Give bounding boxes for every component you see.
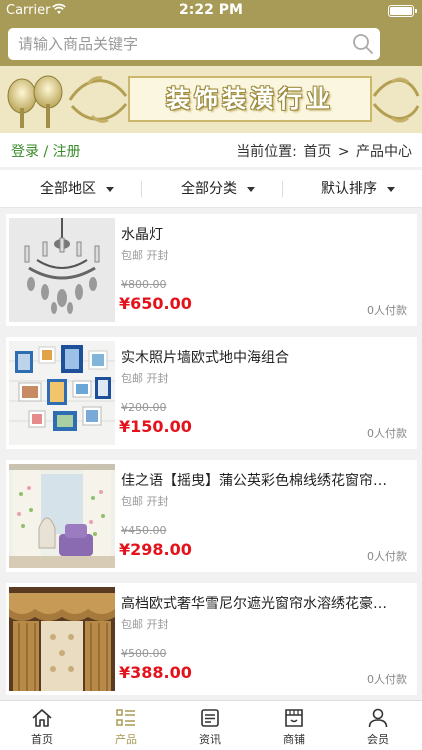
product-image-photo-wall[interactable] <box>9 341 115 445</box>
search-input[interactable] <box>8 28 338 60</box>
filter-bar: 全部地区 全部分类 默认排序 <box>0 170 422 208</box>
tab-shop-label: 商铺 <box>283 733 305 746</box>
filter-sort[interactable]: 默认排序 <box>321 170 395 208</box>
product-paid-count: 0人付款 <box>367 673 407 686</box>
caret-down-icon <box>247 186 255 192</box>
product-name[interactable]: 高档欧式奢华雪尼尔遮光窗帘水溶绣花豪… <box>121 593 411 613</box>
tab-news[interactable]: 资讯 <box>168 701 252 750</box>
search-box[interactable] <box>8 28 380 60</box>
product-tags: 包邮 开封 <box>121 249 169 262</box>
product-tags: 包邮 开封 <box>121 495 169 508</box>
filter-region-label: 全部地区 <box>40 181 96 197</box>
status-bar: Carrier 2:22 PM <box>0 0 422 22</box>
tab-products[interactable]: 产品 <box>84 701 168 750</box>
divider <box>141 181 142 197</box>
tab-home-label: 首页 <box>31 733 53 746</box>
filter-category-label: 全部分类 <box>181 181 237 197</box>
shop-icon <box>285 709 303 727</box>
tab-member-label: 会员 <box>367 733 389 746</box>
tab-news-label: 资讯 <box>199 733 221 746</box>
bottom-tab-bar: 首页 产品 资讯 商铺 会员 <box>0 700 422 750</box>
product-original-price: ¥800.00 <box>121 278 167 291</box>
breadcrumb-current: 产品中心 <box>356 144 412 160</box>
home-icon <box>32 709 52 727</box>
product-card[interactable]: 实木照片墙欧式地中海组合 包邮 开封 ¥200.00 ¥150.00 0人付款 <box>6 337 417 449</box>
product-image-chandelier[interactable] <box>9 218 115 322</box>
breadcrumb-home[interactable]: 首页 <box>303 144 331 160</box>
product-price: ¥150.00 <box>119 417 192 436</box>
tab-member[interactable]: 会员 <box>336 701 420 750</box>
product-price: ¥298.00 <box>119 540 192 559</box>
product-price: ¥388.00 <box>119 663 192 682</box>
product-name[interactable]: 水晶灯 <box>121 224 411 244</box>
location-bar: 登录 / 注册 当前位置: 首页 > 产品中心 <box>0 133 422 167</box>
product-image-luxury-curtain[interactable] <box>9 587 115 691</box>
breadcrumb-separator: > <box>337 144 350 160</box>
product-tags: 包邮 开封 <box>121 372 169 385</box>
caret-down-icon <box>106 186 114 192</box>
tab-shop[interactable]: 商铺 <box>252 701 336 750</box>
category-banner: 装饰装潢行业 <box>0 66 422 133</box>
product-price: ¥650.00 <box>119 294 192 313</box>
product-tags: 包邮 开封 <box>121 618 169 631</box>
app-header: Carrier 2:22 PM <box>0 0 422 66</box>
user-icon <box>368 708 388 728</box>
product-paid-count: 0人付款 <box>367 304 407 317</box>
breadcrumb-prefix: 当前位置: <box>236 144 297 160</box>
product-paid-count: 0人付款 <box>367 427 407 440</box>
product-paid-count: 0人付款 <box>367 550 407 563</box>
divider <box>282 181 283 197</box>
search-icon[interactable] <box>352 33 374 55</box>
product-card[interactable]: 水晶灯 包邮 开封 ¥800.00 ¥650.00 0人付款 <box>6 214 417 326</box>
news-icon <box>201 709 219 727</box>
filter-sort-label: 默认排序 <box>321 181 377 197</box>
filter-region[interactable]: 全部地区 <box>40 170 114 208</box>
filter-category[interactable]: 全部分类 <box>181 170 255 208</box>
caret-down-icon <box>387 186 395 192</box>
banner-title: 装饰装潢行业 <box>166 84 334 113</box>
product-name[interactable]: 实木照片墙欧式地中海组合 <box>121 347 411 367</box>
product-original-price: ¥500.00 <box>121 647 167 660</box>
product-original-price: ¥450.00 <box>121 524 167 537</box>
product-card[interactable]: 高档欧式奢华雪尼尔遮光窗帘水溶绣花豪… 包邮 开封 ¥500.00 ¥388.0… <box>6 583 417 695</box>
product-name[interactable]: 佳之语【摇曳】蒲公英彩色棉线绣花窗帘… <box>121 470 411 490</box>
product-card[interactable]: 佳之语【摇曳】蒲公英彩色棉线绣花窗帘… 包邮 开封 ¥450.00 ¥298.0… <box>6 460 417 572</box>
clock: 2:22 PM <box>179 2 243 18</box>
list-icon <box>116 709 135 726</box>
battery-icon <box>388 5 417 17</box>
breadcrumb: 当前位置: 首页 > 产品中心 <box>234 141 412 161</box>
product-image-curtain-room[interactable] <box>9 464 115 568</box>
tab-products-label: 产品 <box>115 733 137 746</box>
tab-home[interactable]: 首页 <box>0 701 84 750</box>
product-original-price: ¥200.00 <box>121 401 167 414</box>
login-register-link[interactable]: 登录 / 注册 <box>11 141 81 161</box>
